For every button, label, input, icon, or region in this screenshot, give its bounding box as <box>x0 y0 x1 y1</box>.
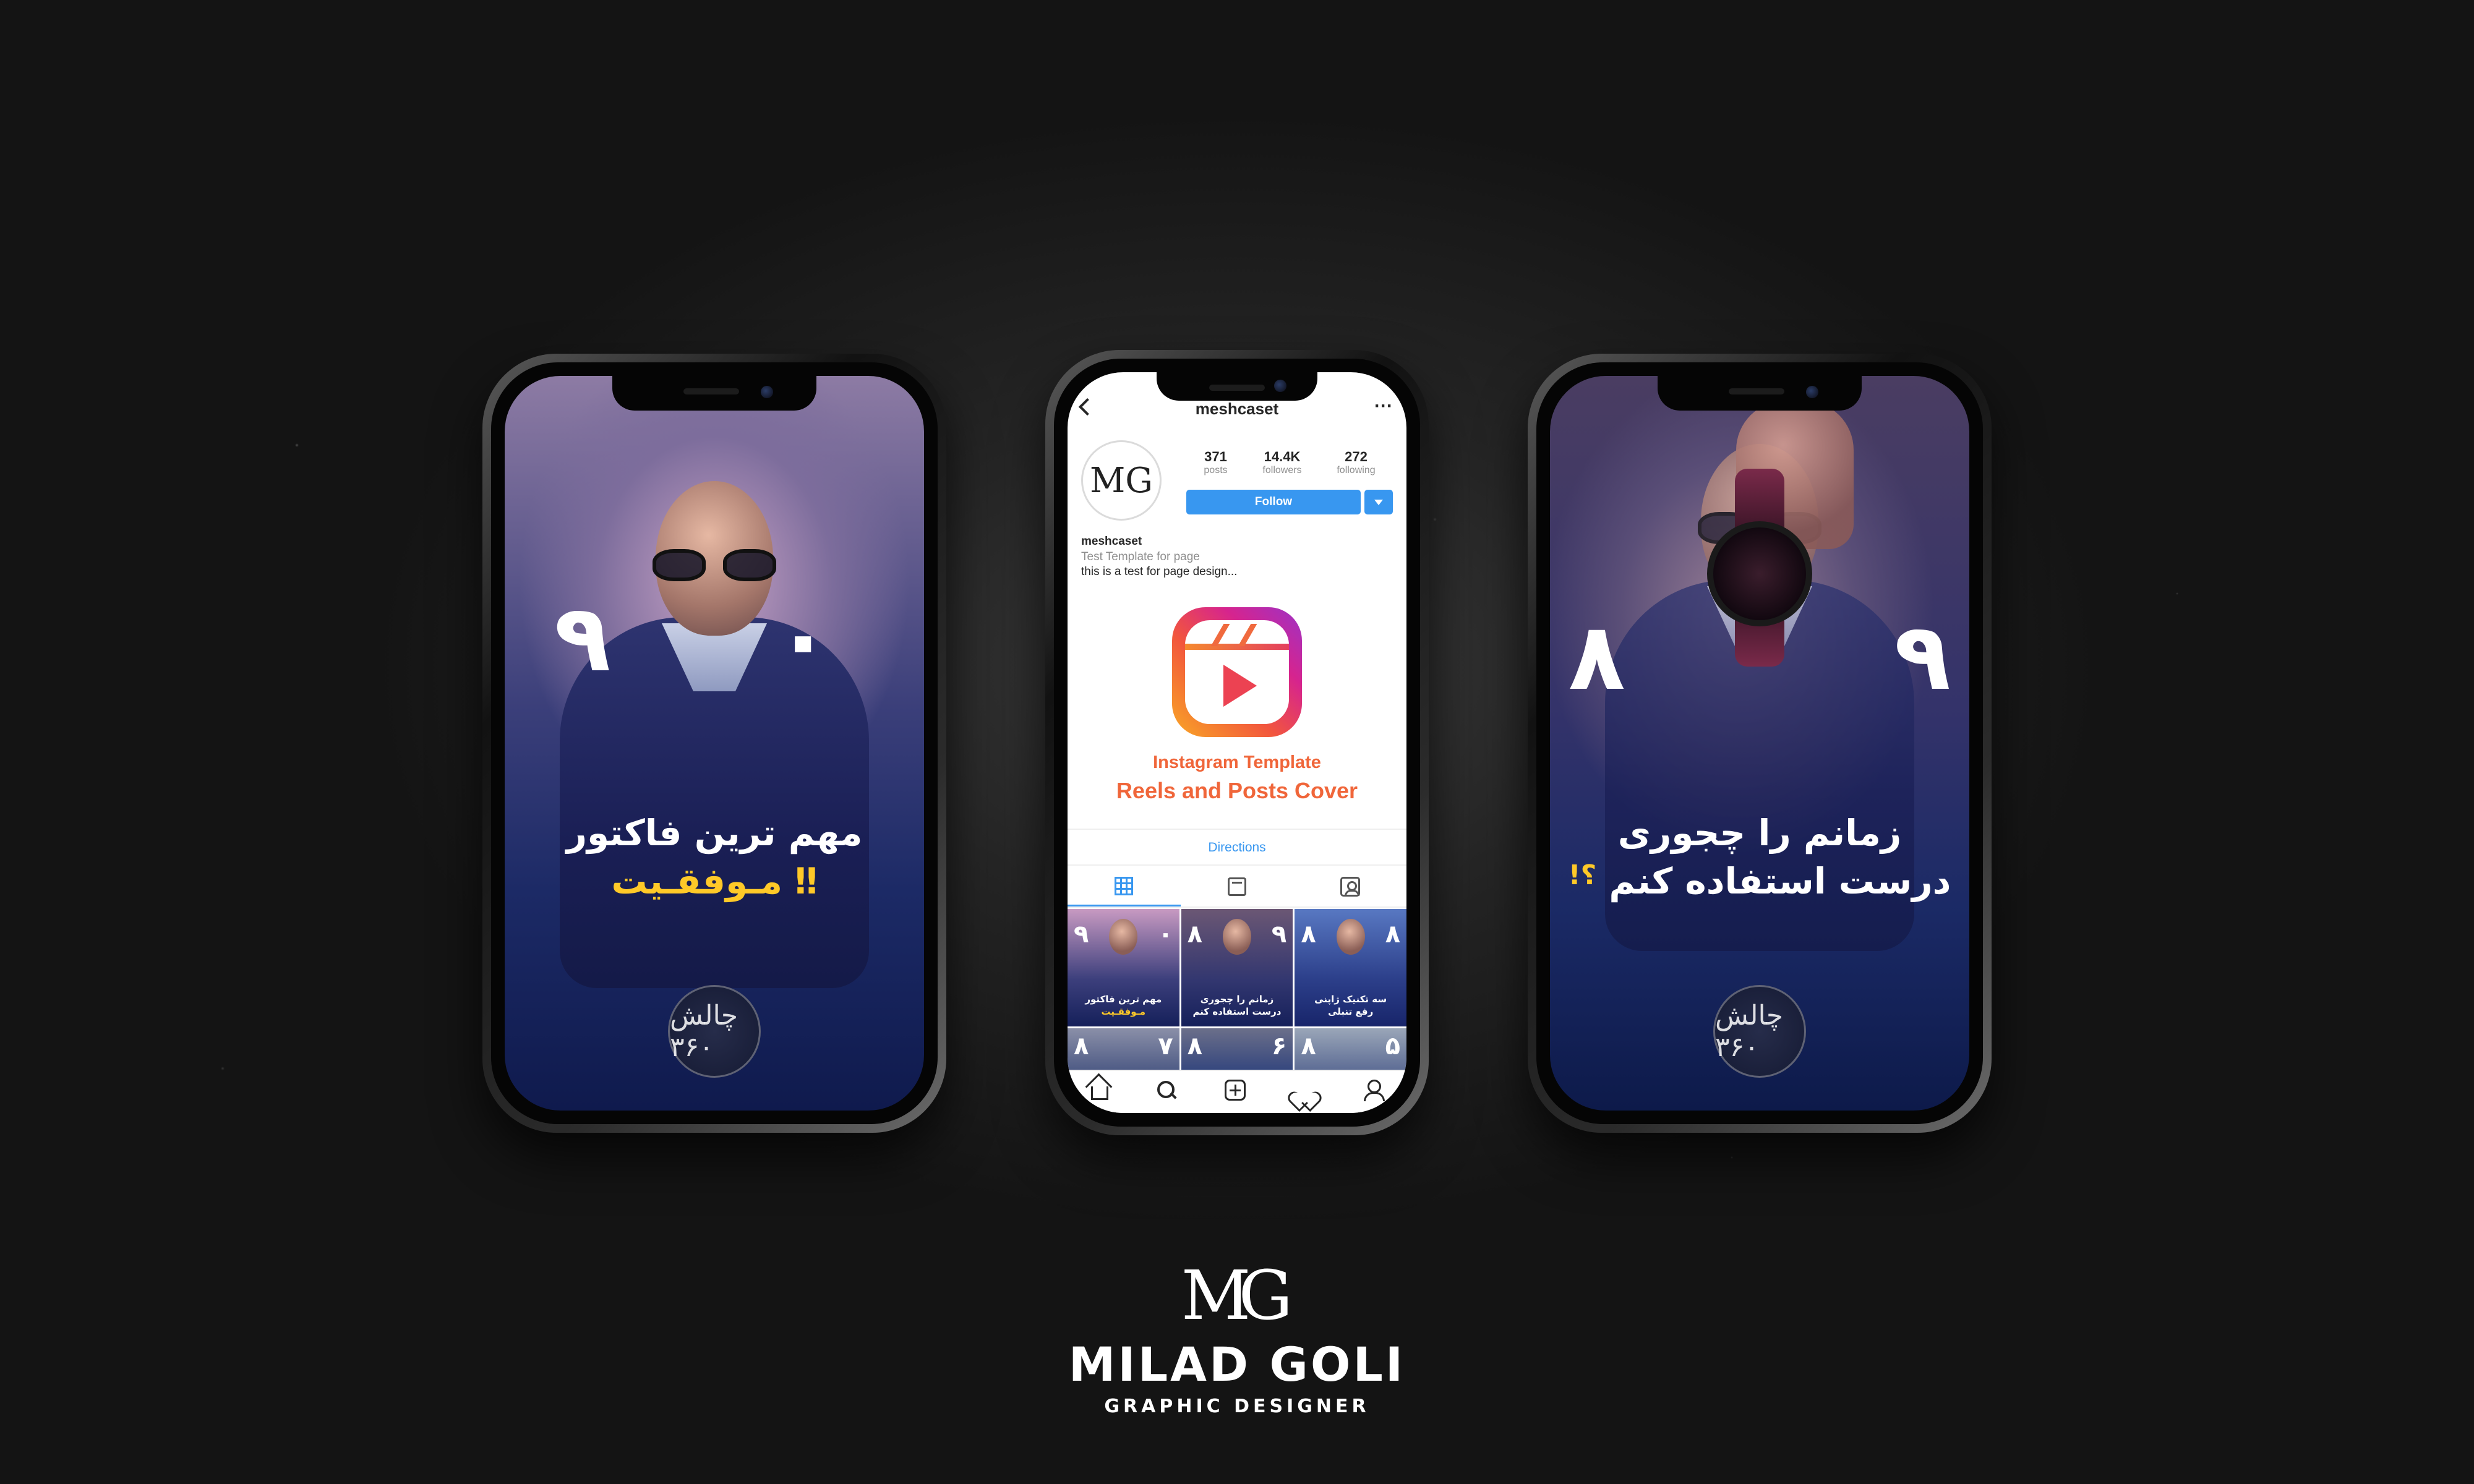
post-number-left: ۸ <box>1301 920 1316 949</box>
watch-icon <box>1707 469 1812 667</box>
brand-name: MILAD GOLI <box>1068 1337 1406 1392</box>
profile-summary: MG 371 posts 14.4K followers 272 followi… <box>1081 440 1393 527</box>
post-number-right: ۹ <box>1271 920 1287 949</box>
story-number-right: ۰ <box>774 585 831 693</box>
promo-line2: Reels and Posts Cover <box>1116 778 1358 803</box>
post-grid: ۹ ۰ مهم ترین فاکتور مـوفقـیت ۸ ۹ زمانم را… <box>1068 909 1406 1084</box>
challenge-badge: چالش ۳۶۰ <box>668 985 761 1078</box>
profile-username-title: meshcaset <box>1195 399 1279 418</box>
post-number-left: ۸ <box>1187 1032 1203 1060</box>
profile-icon[interactable] <box>1362 1080 1385 1101</box>
post-caption-line1: مهم ترین فاکتور <box>1085 993 1162 1005</box>
post-number-left: ۸ <box>1187 920 1203 949</box>
brand-monogram-logo: MG <box>1181 1256 1293 1335</box>
phone-left: ۹ ۰ مهم ترین فاکتور ‼ مـوفقـیت چالش ۳۶۰ <box>482 354 946 1133</box>
home-icon[interactable] <box>1091 1086 1109 1100</box>
post-caption-line2: رفع تنبلی <box>1328 1005 1374 1017</box>
post-number-right: ۷ <box>1158 1032 1173 1060</box>
post-number-left: ۹ <box>1074 920 1089 949</box>
post-number-right: ۵ <box>1385 1032 1400 1060</box>
story-title-line2: درست استفاده کنم <box>1609 860 1951 903</box>
story-number-left: ۸ <box>1569 603 1625 711</box>
story-number-right: ۹ <box>1894 603 1951 711</box>
reels-logo-icon <box>1172 607 1302 737</box>
bottom-nav <box>1068 1070 1406 1113</box>
add-post-icon[interactable] <box>1224 1080 1246 1101</box>
grid-icon <box>1115 876 1134 895</box>
post-caption-line2: درست استفاده کنم <box>1192 1005 1282 1017</box>
phone-notch <box>1157 372 1317 401</box>
post-thumbnail[interactable]: ۸ ۸ سه تکنیک ژاپنی رفع تنبلی <box>1295 909 1406 1026</box>
tab-tagged[interactable] <box>1293 867 1406 906</box>
post-number-left: ۸ <box>1074 1032 1089 1060</box>
story-screen-left: ۹ ۰ مهم ترین فاکتور ‼ مـوفقـیت چالش ۳۶۰ <box>505 376 924 1111</box>
phone-notch <box>612 376 816 411</box>
story-title-line2: مـوفقـیت <box>611 860 783 903</box>
follow-button[interactable]: Follow <box>1186 490 1361 514</box>
stat-value: 14.4K <box>1264 449 1301 464</box>
story-title: مهم ترین فاکتور ‼ مـوفقـیت <box>505 809 924 906</box>
profile-tabs <box>1068 867 1406 908</box>
story-title-line1: زمانم را چجوری <box>1617 812 1902 854</box>
stat-value: 272 <box>1345 449 1368 464</box>
directions-button[interactable]: Directions <box>1068 829 1406 866</box>
post-number-right: ۸ <box>1385 920 1400 949</box>
phone-right: ۸ ۹ زمانم را چجوری درست استفاده کنم ؟! چ… <box>1528 354 1992 1133</box>
post-number-left: ۸ <box>1301 1032 1316 1060</box>
promo-text: Instagram Template Reels and Posts Cover <box>1068 753 1406 804</box>
challenge-badge: چالش ۳۶۰ <box>1713 985 1806 1078</box>
profile-stats: 371 posts 14.4K followers 272 following <box>1186 449 1393 476</box>
bio-name: meshcaset <box>1081 535 1142 548</box>
story-title-mark: ؟! <box>1568 859 1597 892</box>
post-thumbnail[interactable]: ۸ ۹ زمانم را چجوری درست استفاده کنم <box>1181 909 1293 1026</box>
stat-posts[interactable]: 371 posts <box>1204 449 1227 476</box>
stat-value: 371 <box>1204 449 1227 464</box>
post-caption-line2: مـوفقـیت <box>1101 1005 1146 1017</box>
tab-grid[interactable] <box>1068 867 1181 906</box>
stat-following[interactable]: 272 following <box>1337 449 1375 476</box>
story-title-mark: ‼ <box>795 860 818 903</box>
profile-header: meshcaset ··· <box>1068 396 1406 430</box>
brand-role: GRAPHIC DESIGNER <box>1104 1396 1370 1417</box>
stat-followers[interactable]: 14.4K followers <box>1262 449 1301 476</box>
story-title: زمانم را چجوری درست استفاده کنم ؟! <box>1550 809 1969 906</box>
heart-icon[interactable] <box>1293 1080 1314 1101</box>
portrait-man <box>560 481 869 988</box>
bio-category: Test Template for page <box>1081 550 1200 563</box>
tab-igtv[interactable] <box>1181 867 1294 906</box>
tagged-icon <box>1340 877 1360 897</box>
story-number-left: ۹ <box>554 585 611 693</box>
stat-label: following <box>1337 465 1376 475</box>
chevron-down-icon <box>1374 499 1383 505</box>
stat-label: followers <box>1262 465 1302 475</box>
story-screen-right: ۸ ۹ زمانم را چجوری درست استفاده کنم ؟! چ… <box>1550 376 1969 1111</box>
promo-line1: Instagram Template <box>1153 753 1321 772</box>
suggested-dropdown-button[interactable] <box>1364 490 1393 514</box>
instagram-profile-screen: meshcaset ··· MG 371 posts 14.4K followe… <box>1068 372 1406 1113</box>
stat-label: posts <box>1204 465 1228 475</box>
profile-bio: meshcaset Test Template for page this is… <box>1081 534 1393 580</box>
search-icon[interactable] <box>1156 1080 1177 1101</box>
phone-notch <box>1658 376 1862 411</box>
post-number-right: ۰ <box>1158 920 1173 949</box>
more-options-icon[interactable]: ··· <box>1374 396 1393 417</box>
story-title-line1: مهم ترین فاکتور <box>566 812 863 854</box>
post-caption-line1: سه تکنیک ژاپنی <box>1314 993 1387 1005</box>
post-caption-line1: زمانم را چجوری <box>1200 993 1274 1005</box>
post-number-right: ۶ <box>1271 1032 1287 1060</box>
sunglasses-icon <box>653 549 776 581</box>
phone-center: meshcaset ··· MG 371 posts 14.4K followe… <box>1045 350 1429 1135</box>
igtv-icon <box>1228 877 1246 896</box>
designer-brand: MG MILAD GOLI GRAPHIC DESIGNER <box>0 1261 2474 1417</box>
bio-text: this is a test for page design... <box>1081 565 1238 579</box>
avatar[interactable]: MG <box>1081 440 1162 521</box>
post-thumbnail[interactable]: ۹ ۰ مهم ترین فاکتور مـوفقـیت <box>1068 909 1179 1026</box>
